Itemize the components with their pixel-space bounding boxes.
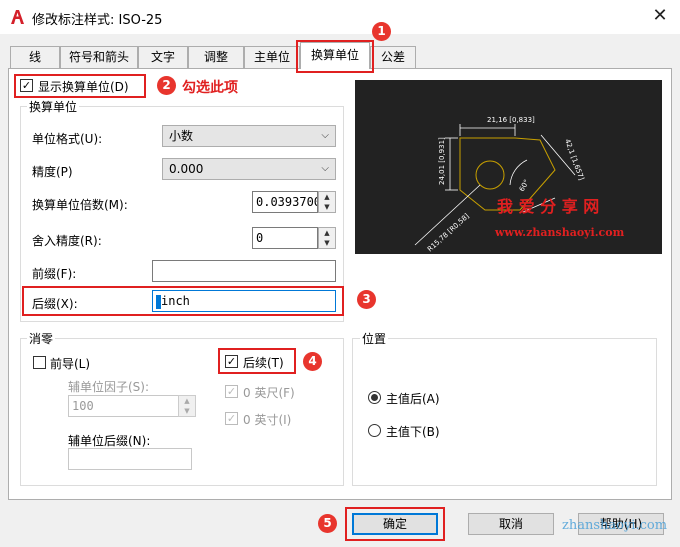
tab-text[interactable]: 文字 bbox=[138, 46, 188, 68]
trailing-checkbox[interactable]: ✓ bbox=[225, 355, 238, 368]
spin-up-icon[interactable]: ▲ bbox=[179, 396, 195, 406]
sub-factor-label: 辅单位因子(S): bbox=[68, 380, 150, 394]
watermark-cn: 我 爱 分 享 网 bbox=[497, 197, 599, 216]
step-badge-4: 4 bbox=[303, 352, 322, 371]
highlight-box-1 bbox=[296, 40, 374, 73]
step-badge-2: 2 bbox=[157, 76, 176, 95]
dim-left: 24,01 [0,931] bbox=[438, 137, 446, 185]
dim-radius: R15,78 [R0,58] bbox=[426, 212, 471, 254]
sub-suffix-label: 辅单位后缀(N): bbox=[68, 434, 151, 448]
spin-up-icon[interactable]: ▲ bbox=[319, 192, 335, 202]
suffix-input[interactable]: inch bbox=[152, 290, 336, 312]
leading-label: 前导(L) bbox=[50, 357, 91, 371]
multiplier-spinner[interactable]: ▲ ▼ bbox=[318, 191, 336, 213]
preview-canvas: 21,16 [0,833] 24,01 [0,931] 42,1 [1,657]… bbox=[355, 80, 662, 254]
round-off-spinner[interactable]: ▲ ▼ bbox=[318, 227, 336, 249]
tab-symbols-arrows[interactable]: 符号和箭头 bbox=[60, 46, 138, 68]
chevron-down-icon: ⌵ bbox=[321, 163, 329, 174]
after-primary-radio[interactable] bbox=[368, 391, 381, 404]
ok-button[interactable]: 确定 bbox=[352, 513, 438, 535]
chevron-down-icon: ⌵ bbox=[321, 130, 329, 141]
hole-circle bbox=[475, 160, 505, 190]
dim-angle: 60° bbox=[518, 178, 531, 193]
corner-watermark: zhanshaoyi.com bbox=[562, 518, 668, 533]
round-off-input[interactable]: 0 bbox=[252, 227, 318, 249]
below-primary-radio[interactable] bbox=[368, 424, 381, 437]
multiplier-label: 换算单位倍数(M): bbox=[32, 198, 128, 212]
sub-factor-spinner[interactable]: ▲ ▼ bbox=[178, 395, 196, 417]
spin-down-icon[interactable]: ▼ bbox=[319, 202, 335, 212]
unit-format-value: 小数 bbox=[169, 129, 194, 143]
trailing-label: 后续(T) bbox=[243, 356, 284, 370]
spin-down-icon[interactable]: ▼ bbox=[179, 406, 195, 416]
placement-group-label: 位置 bbox=[360, 330, 389, 347]
watermark-url: www.zhanshaoyi.com bbox=[494, 226, 625, 239]
unit-format-label: 单位格式(U): bbox=[32, 132, 103, 146]
window-title: 修改标注样式: ISO-25 bbox=[32, 13, 163, 28]
placement-group bbox=[352, 338, 657, 486]
suffix-label: 后缀(X): bbox=[32, 297, 78, 311]
sub-factor-input[interactable]: 100 bbox=[68, 395, 180, 417]
zero-suppression-group-label: 消零 bbox=[27, 330, 56, 347]
multiplier-input[interactable]: 0.0393700 bbox=[252, 191, 318, 213]
alt-units-group-label: 换算单位 bbox=[27, 98, 80, 115]
prefix-input[interactable] bbox=[152, 260, 336, 282]
close-icon[interactable]: ✕ bbox=[648, 4, 672, 28]
dim-top: 21,16 [0,833] bbox=[487, 116, 535, 124]
precision-select[interactable]: 0.000 ⌵ bbox=[162, 158, 336, 180]
below-primary-label: 主值下(B) bbox=[386, 425, 440, 439]
after-primary-label: 主值后(A) bbox=[386, 392, 440, 406]
autocad-app-icon bbox=[8, 8, 26, 26]
sub-suffix-input[interactable] bbox=[68, 448, 192, 470]
show-alt-units-checkbox[interactable]: ✓ bbox=[20, 79, 33, 92]
spin-up-icon[interactable]: ▲ bbox=[319, 228, 335, 238]
tab-fit[interactable]: 调整 bbox=[188, 46, 244, 68]
step-badge-1: 1 bbox=[372, 22, 391, 41]
inches-checkbox[interactable]: ✓ bbox=[225, 412, 238, 425]
show-alt-units-label: 显示换算单位(D) bbox=[38, 80, 129, 94]
unit-format-select[interactable]: 小数 ⌵ bbox=[162, 125, 336, 147]
tab-tolerances[interactable]: 公差 bbox=[370, 46, 416, 68]
tab-primary-units[interactable]: 主单位 bbox=[244, 46, 300, 68]
precision-label: 精度(P) bbox=[32, 165, 73, 179]
round-off-label: 舍入精度(R): bbox=[32, 234, 102, 248]
step-badge-5: 5 bbox=[318, 514, 337, 533]
inches-label: 0 英寸(I) bbox=[243, 413, 292, 427]
spin-down-icon[interactable]: ▼ bbox=[319, 238, 335, 248]
dim-right: 42,1 [1,657] bbox=[563, 138, 585, 182]
feet-label: 0 英尺(F) bbox=[243, 386, 295, 400]
suffix-value: inch bbox=[161, 294, 190, 308]
prefix-label: 前缀(F): bbox=[32, 267, 77, 281]
dimension-preview-drawing: 21,16 [0,833] 24,01 [0,931] 42,1 [1,657]… bbox=[414, 116, 625, 254]
leading-checkbox[interactable] bbox=[33, 356, 46, 369]
tip-check-this: 勾选此项 bbox=[182, 80, 238, 96]
tab-lines[interactable]: 线 bbox=[10, 46, 60, 68]
cancel-button[interactable]: 取消 bbox=[468, 513, 554, 535]
feet-checkbox[interactable]: ✓ bbox=[225, 385, 238, 398]
step-badge-3: 3 bbox=[357, 290, 376, 309]
precision-value: 0.000 bbox=[169, 162, 204, 176]
